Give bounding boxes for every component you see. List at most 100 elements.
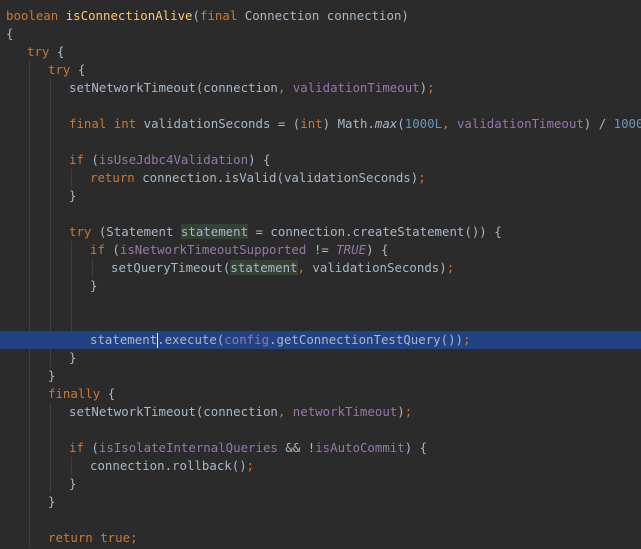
code-token: ) / <box>583 116 614 131</box>
code-token: boolean <box>6 8 66 23</box>
code-line[interactable]: } <box>0 367 641 385</box>
code-text: setNetworkTimeout(connection, validation… <box>69 79 435 97</box>
code-token: 1000 <box>613 116 641 131</box>
code-line[interactable]: setQueryTimeout(statement, validationSec… <box>0 259 641 277</box>
code-token: ) { <box>366 242 389 257</box>
code-token: } <box>90 278 98 293</box>
code-token: ( <box>112 242 120 257</box>
code-text: try { <box>48 61 85 79</box>
code-token: ) Math. <box>322 116 375 131</box>
code-token: int <box>300 116 323 131</box>
code-token: setNetworkTimeout(connection <box>69 404 278 419</box>
code-text: statement.execute(config.getConnectionTe… <box>90 331 470 349</box>
code-token: validationTimeout <box>456 116 584 131</box>
code-line[interactable] <box>0 97 641 115</box>
code-line[interactable]: connection.rollback(); <box>0 457 641 475</box>
code-text: } <box>48 367 55 385</box>
code-text: } <box>69 349 76 367</box>
code-line[interactable] <box>0 421 641 439</box>
code-line[interactable]: } <box>0 475 641 493</box>
code-token: ; <box>463 332 471 347</box>
code-token: try <box>48 62 78 77</box>
code-line[interactable]: if (isNetworkTimeoutSupported != TRUE) { <box>0 241 641 259</box>
code-token: } <box>48 368 56 383</box>
code-line[interactable]: try (Statement statement = connection.cr… <box>0 223 641 241</box>
code-token: ; <box>418 170 426 185</box>
code-token: finally <box>48 386 108 401</box>
code-line[interactable]: try { <box>0 61 641 79</box>
code-line[interactable]: boolean isConnectionAlive(final Connecti… <box>0 7 641 25</box>
code-editor[interactable]: boolean isConnectionAlive(final Connecti… <box>0 0 641 549</box>
code-line[interactable]: final int validationSeconds = (int) Math… <box>0 115 641 133</box>
code-line[interactable]: if (isUseJdbc4Validation) { <box>0 151 641 169</box>
code-line[interactable] <box>0 133 641 151</box>
code-line[interactable] <box>0 295 641 313</box>
code-token: validationSeconds) <box>312 260 447 275</box>
code-token: validationSeconds = ( <box>143 116 301 131</box>
code-token: connection.isValid(validationSeconds) <box>142 170 419 185</box>
code-line[interactable] <box>0 511 641 529</box>
code-token: final <box>199 8 245 23</box>
code-text: boolean isConnectionAlive(final Connecti… <box>6 7 409 25</box>
code-token: { <box>107 386 116 401</box>
code-token: if <box>69 440 92 455</box>
code-token: ; <box>130 530 138 545</box>
code-line[interactable]: } <box>0 187 641 205</box>
code-line[interactable] <box>0 205 641 223</box>
code-line[interactable]: setNetworkTimeout(connection, networkTim… <box>0 403 641 421</box>
code-text: setNetworkTimeout(connection, networkTim… <box>69 403 412 421</box>
code-token: isConnectionAlive <box>65 8 193 23</box>
code-line[interactable]: { <box>0 25 641 43</box>
code-line[interactable]: } <box>0 277 641 295</box>
code-token: try <box>69 224 99 239</box>
code-token: { <box>6 26 14 41</box>
code-token: ) <box>419 80 428 95</box>
code-line[interactable] <box>0 313 641 331</box>
code-token: final int <box>69 116 144 131</box>
code-text: { <box>6 25 13 43</box>
code-token: ; <box>427 80 435 95</box>
code-token: } <box>48 494 56 509</box>
code-token: if <box>69 152 92 167</box>
code-token: { <box>77 62 86 77</box>
code-token: } <box>69 350 77 365</box>
code-line[interactable]: try { <box>0 43 641 61</box>
code-token: ) <box>397 404 405 419</box>
code-token: ( <box>91 152 99 167</box>
code-token: statement <box>180 224 249 239</box>
code-token: .getConnectionTestQuery()) <box>269 332 464 347</box>
code-token: connection.rollback() <box>90 458 247 473</box>
code-token: ; <box>404 404 413 419</box>
code-token: ; <box>446 260 455 275</box>
code-token: != <box>313 242 337 257</box>
code-token: statement <box>90 332 158 347</box>
code-token: ) { <box>248 152 271 167</box>
code-token: (Statement <box>98 224 181 239</box>
code-text: } <box>48 493 55 511</box>
code-token: if <box>90 242 113 257</box>
code-line[interactable]: } <box>0 349 641 367</box>
code-token: ; <box>246 458 255 473</box>
code-line-current[interactable]: statement.execute(config.getConnectionTe… <box>0 331 641 349</box>
code-token: } <box>69 188 77 203</box>
code-token: try <box>27 44 57 59</box>
code-token: , <box>277 80 293 95</box>
code-line[interactable]: return true; <box>0 529 641 547</box>
code-token: config <box>224 332 270 347</box>
code-line[interactable]: return connection.isValid(validationSeco… <box>0 169 641 187</box>
code-line[interactable]: if (isIsolateInternalQueries && !isAutoC… <box>0 439 641 457</box>
code-token: , <box>277 404 293 419</box>
code-token: ( <box>91 440 99 455</box>
code-line[interactable]: setNetworkTimeout(connection, validation… <box>0 79 641 97</box>
code-token: statement <box>230 260 298 275</box>
code-line[interactable]: finally { <box>0 385 641 403</box>
code-token: networkTimeout <box>292 404 398 419</box>
code-text: } <box>90 277 97 295</box>
code-text: try (Statement statement = connection.cr… <box>69 223 502 241</box>
code-token: isUseJdbc4Validation <box>98 152 249 167</box>
code-text: if (isUseJdbc4Validation) { <box>69 151 270 169</box>
code-text: try { <box>27 43 64 61</box>
code-text: setQueryTimeout(statement, validationSec… <box>111 259 454 277</box>
code-text: } <box>69 187 76 205</box>
code-line[interactable]: } <box>0 493 641 511</box>
